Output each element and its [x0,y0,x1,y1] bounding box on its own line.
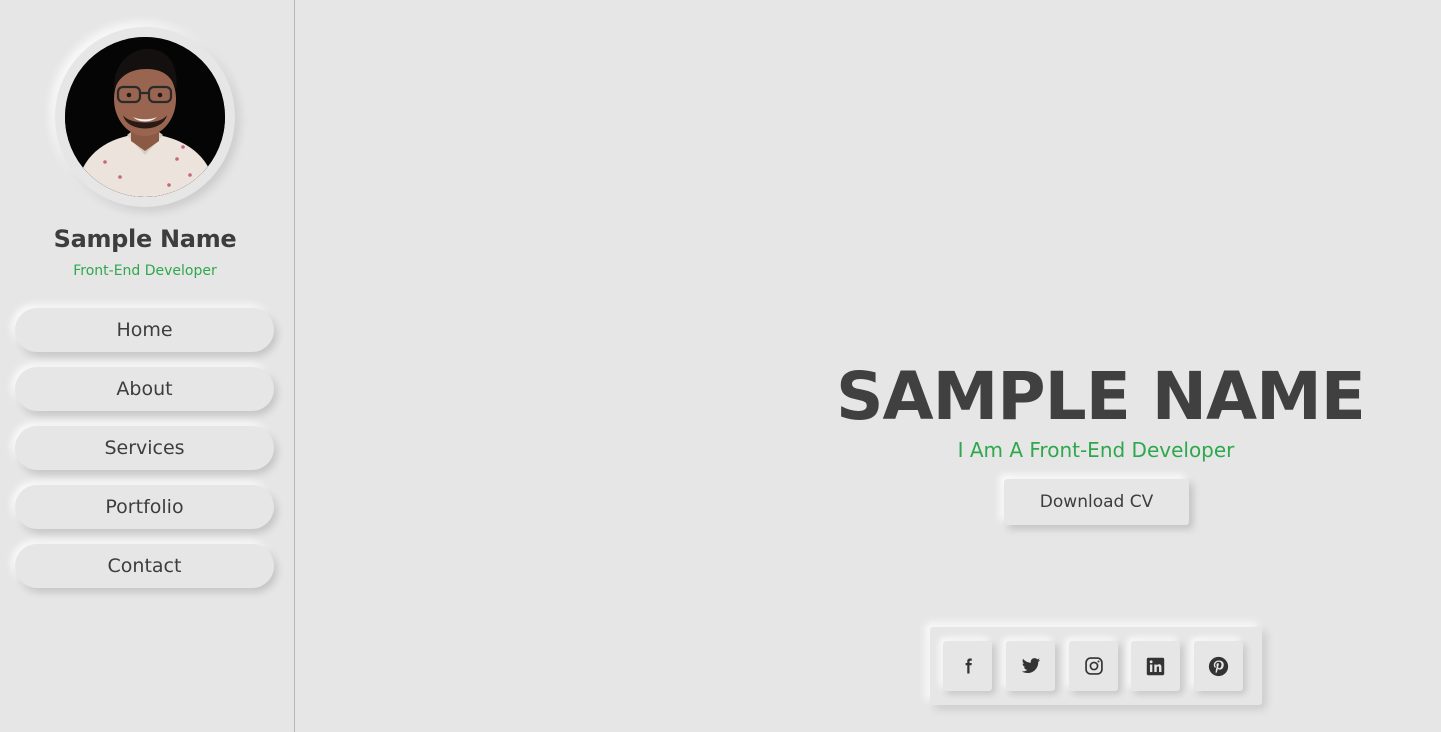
nav-about-button[interactable]: About [15,367,274,411]
profile-name: Sample Name [53,225,237,253]
avatar [65,37,225,197]
nav-portfolio-label: Portfolio [105,496,184,518]
profile-role: Front-End Developer [73,263,217,279]
avatar-frame [55,27,235,207]
instagram-icon [1084,657,1103,675]
avatar-photo [65,37,225,197]
nav-home-label: Home [116,319,173,341]
instagram-button[interactable] [1069,641,1118,691]
pinterest-button[interactable] [1194,641,1243,691]
facebook-icon [965,658,972,674]
facebook-button[interactable] [943,641,992,691]
hero-subtitle: I Am A Front-End Developer [957,438,1235,462]
linkedin-button[interactable] [1131,641,1180,691]
twitter-button[interactable] [1006,641,1055,691]
nav-services-label: Services [104,437,185,459]
nav-home-button[interactable]: Home [15,308,274,352]
nav-contact-label: Contact [107,555,182,577]
sidebar: Sample Name Front-End Developer Home Abo… [0,0,295,732]
linkedin-icon [1146,657,1165,675]
nav-contact-button[interactable]: Contact [15,544,274,588]
pinterest-icon [1208,656,1229,676]
main-content: SAMPLE NAME I Am A Front-End Developer D… [296,0,1441,732]
download-cv-button[interactable]: Download CV [1004,479,1189,525]
nav-services-button[interactable]: Services [15,426,274,470]
nav-about-label: About [116,378,173,400]
nav-portfolio-button[interactable]: Portfolio [15,485,274,529]
twitter-icon [1021,658,1040,673]
hero-title: SAMPLE NAME [836,358,1366,435]
social-links [930,627,1262,705]
